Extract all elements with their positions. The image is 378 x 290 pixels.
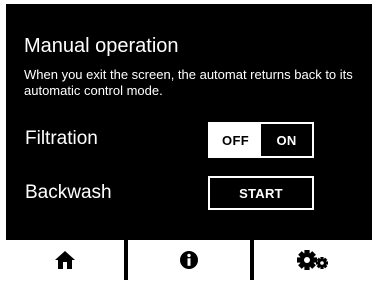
filtration-label: Filtration	[25, 128, 98, 149]
backwash-start-button[interactable]: START	[208, 176, 314, 210]
manual-operation-screen: Manual operation When you exit the scree…	[6, 4, 372, 280]
page-description: When you exit the screen, the automat re…	[24, 67, 353, 98]
home-button[interactable]	[6, 240, 124, 280]
page-title: Manual operation	[24, 35, 179, 57]
info-icon	[180, 251, 198, 269]
filtration-on-option[interactable]: ON	[261, 124, 312, 156]
settings-gears-icon	[297, 250, 328, 270]
bottom-navigation	[6, 240, 372, 280]
filtration-off-option[interactable]: OFF	[210, 124, 261, 156]
home-icon	[55, 251, 75, 269]
backwash-label: Backwash	[25, 182, 112, 203]
info-button[interactable]	[128, 240, 250, 280]
settings-button[interactable]	[254, 240, 372, 280]
filtration-toggle: OFF ON	[208, 122, 314, 158]
